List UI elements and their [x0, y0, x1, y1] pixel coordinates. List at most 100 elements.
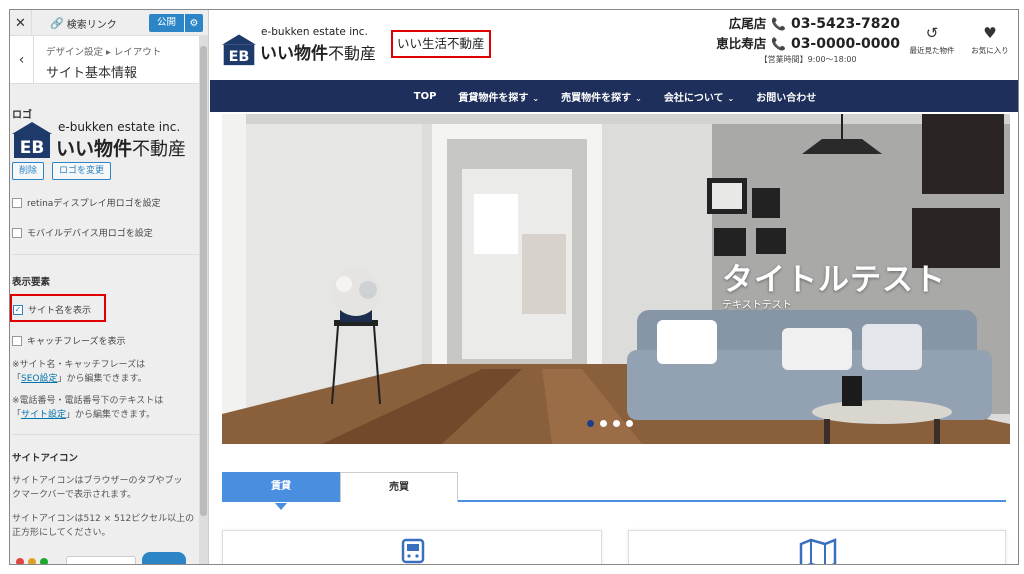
section-header: ‹ デザイン設定 ▸ レイアウト サイト基本情報: [10, 36, 208, 84]
site-icon-size-line1: サイトアイコンは512 × 512ピクセル以上の: [12, 514, 195, 524]
show-site-name-option[interactable]: ✓ サイト名を表示: [13, 303, 91, 316]
sidebar-scrollbar[interactable]: [199, 36, 208, 564]
svg-text:EB: EB: [229, 49, 250, 65]
customizer-panel: ✕ 🔗 検索リンク 公開 ⚙ ‹ デザイン設定 ▸ レイアウト サイト基本情報 …: [10, 10, 209, 564]
site-preview: EB e-bukken estate inc. いい物件不動産 いい生活不動産 …: [210, 10, 1018, 564]
logo-heading: ロゴ: [12, 110, 32, 121]
nav-item-rent[interactable]: 賃貸物件を探す ⌄: [458, 89, 539, 104]
seo-note: ※サイト名・キャッチフレーズは 「SEO設定」から編集できます。: [12, 358, 202, 386]
phone-row-2[interactable]: 恵比寿店 📞 03-0000-0000: [716, 34, 900, 54]
site-icon-desc: サイトアイコンはブラウザーのタブやブッ クマークバーで表示されます。: [12, 474, 202, 502]
search-card-area[interactable]: [628, 530, 1006, 564]
tab-sale[interactable]: 売買: [340, 472, 458, 502]
back-button[interactable]: ‹: [10, 36, 34, 84]
change-logo-button[interactable]: ロゴを変更: [52, 162, 112, 180]
site-icon-desc-line2: クマークバーで表示されます。: [12, 490, 137, 500]
phone-icon: 📞: [771, 17, 787, 31]
svg-text:EB: EB: [20, 138, 45, 158]
nav-item-sale[interactable]: 売買物件を探す ⌄: [561, 89, 642, 104]
logo-name-bold: いい物件: [56, 138, 133, 160]
header-logo-name-bold: いい物件: [260, 44, 328, 64]
favorites-button[interactable]: ♥ お気に入り: [962, 24, 1018, 56]
site-logo[interactable]: EB e-bukken estate inc. いい物件不動産: [222, 20, 392, 66]
show-site-name-label: サイト名を表示: [28, 306, 92, 316]
slider-dots: [587, 420, 633, 427]
publish-settings-button[interactable]: ⚙: [185, 14, 203, 32]
tab-preview: [66, 556, 136, 564]
phone-note-line2: 「サイト設定」から編集できます。: [12, 408, 202, 422]
recently-viewed-label: 最近見た物件: [909, 46, 955, 55]
search-card-station[interactable]: [222, 530, 602, 564]
chevron-left-icon: ‹: [18, 52, 25, 68]
phone-row-1[interactable]: 広尾店 📞 03-5423-7820: [716, 14, 900, 34]
seo-note-pre: 「: [12, 374, 22, 384]
seo-note-line2: 「SEO設定」から編集できます。: [12, 372, 202, 386]
site-icon-size-note: サイトアイコンは512 × 512ピクセル以上の 正方形にしてください。: [12, 512, 202, 540]
breadcrumb: デザイン設定 ▸ レイアウト: [46, 47, 162, 58]
phone-number: 03-0000-0000: [790, 36, 900, 52]
slider-dot-3[interactable]: [613, 420, 620, 427]
phone-icon: 📞: [771, 37, 787, 51]
seo-settings-link[interactable]: SEO設定: [21, 374, 57, 384]
phone-note-pre: 「: [12, 410, 22, 420]
heart-icon: ♥: [983, 24, 997, 42]
map-icon: [799, 538, 837, 564]
header-logo-name-rest: 不動産: [328, 44, 377, 63]
retina-checkbox[interactable]: [12, 197, 22, 208]
hero-subtitle: テキストテスト: [722, 300, 792, 311]
slider-dot-2[interactable]: [600, 420, 607, 427]
retina-logo-option[interactable]: retinaディスプレイ用ロゴを設定: [12, 196, 161, 209]
tab-rent[interactable]: 賃貸: [222, 472, 340, 510]
close-customizer-button[interactable]: ✕: [10, 10, 32, 36]
catchphrase-checkbox[interactable]: [12, 335, 22, 346]
hero-title: タイトルテスト: [722, 262, 946, 298]
phone-block: 広尾店 📞 03-5423-7820 恵比寿店 📞 03-0000-0000 【…: [716, 14, 900, 65]
search-link-button[interactable]: 🔗 検索リンク: [50, 16, 117, 31]
slider-dot-1[interactable]: [587, 420, 594, 427]
link-icon: 🔗: [50, 17, 64, 30]
phone-note-line1: ※電話番号・電話番号下のテキストは: [12, 396, 164, 406]
phone-note-post: 」から編集できます。: [66, 410, 156, 420]
history-icon: ↺: [925, 24, 939, 42]
logo-preview: EB e-bukken estate inc. いい物件不動産: [12, 120, 202, 160]
browser-frame: ✕ 🔗 検索リンク 公開 ⚙ ‹ デザイン設定 ▸ レイアウト サイト基本情報 …: [9, 9, 1019, 565]
delete-logo-button[interactable]: 削除: [12, 162, 45, 180]
gear-icon: ⚙: [189, 17, 199, 29]
mobile-label: モバイルデバイス用ロゴを設定: [27, 229, 153, 239]
nav-item-contact[interactable]: お問い合わせ: [756, 89, 816, 104]
site-icon-size-line2: 正方形にしてください。: [12, 528, 111, 538]
nav-item-company[interactable]: 会社について ⌄: [664, 89, 734, 104]
recently-viewed-button[interactable]: ↺ 最近見た物件: [904, 24, 960, 56]
site-settings-link[interactable]: サイト設定: [21, 410, 66, 420]
phone-note: ※電話番号・電話番号下のテキストは 「サイト設定」から編集できます。: [12, 394, 202, 422]
mobile-checkbox[interactable]: [12, 227, 22, 238]
site-header: EB e-bukken estate inc. いい物件不動産 いい生活不動産 …: [210, 10, 1018, 80]
hero-slider[interactable]: タイトルテスト テキストテスト: [222, 114, 1010, 444]
chevron-down-icon: ⌄: [727, 93, 735, 103]
train-icon: [401, 538, 425, 564]
slider-dot-4[interactable]: [626, 420, 633, 427]
site-name-checkbox-checked[interactable]: ✓: [13, 304, 23, 315]
publish-button[interactable]: 公開: [148, 14, 184, 32]
show-catchphrase-label: キャッチフレーズを表示: [27, 337, 126, 347]
logo-company-en: e-bukken estate inc.: [58, 120, 181, 134]
eb-logo-icon: EB: [12, 122, 52, 158]
mobile-logo-option[interactable]: モバイルデバイス用ロゴを設定: [12, 226, 153, 239]
icon-preview: [142, 552, 186, 564]
scrollbar-thumb[interactable]: [200, 46, 207, 516]
divider: [12, 254, 202, 255]
chevron-down-icon: ⌄: [635, 93, 642, 103]
eb-logo-icon: EB: [222, 34, 256, 66]
branch-name: 広尾店: [728, 16, 767, 31]
publish-group: 公開 ⚙: [148, 14, 203, 32]
customizer-topbar: ✕ 🔗 検索リンク 公開 ⚙: [10, 10, 208, 36]
search-link-label: 検索リンク: [66, 20, 117, 31]
display-heading: 表示要素: [12, 277, 51, 288]
show-catchphrase-option[interactable]: キャッチフレーズを表示: [12, 334, 126, 347]
search-tabs: 賃貸 売買: [222, 472, 1006, 510]
site-tagline: いい生活不動産: [391, 30, 491, 58]
branch-name: 恵比寿店: [716, 36, 767, 51]
phone-number: 03-5423-7820: [790, 16, 900, 32]
nav-item-top[interactable]: TOP: [414, 91, 437, 102]
divider: [12, 434, 202, 435]
